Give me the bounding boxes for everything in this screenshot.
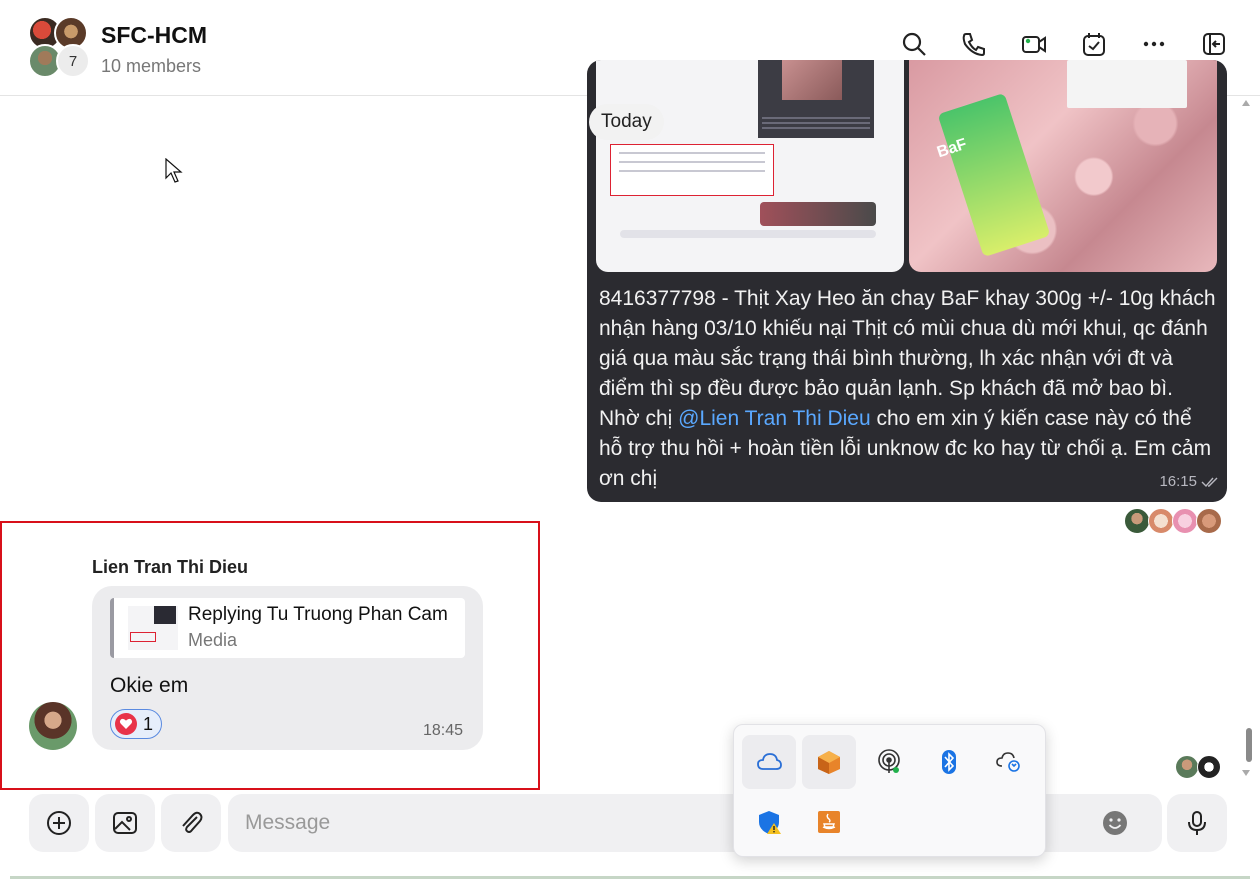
scroll-up-arrow[interactable] bbox=[1242, 100, 1250, 106]
group-name[interactable]: SFC-HCM bbox=[101, 22, 207, 49]
message-timestamp: 16:15 bbox=[1159, 473, 1197, 490]
avatar bbox=[1175, 755, 1199, 779]
reply-media-thumbnail bbox=[128, 606, 178, 650]
avatar bbox=[1172, 508, 1198, 534]
message-input-placeholder: Message bbox=[245, 811, 331, 834]
mouse-cursor-icon bbox=[165, 158, 183, 183]
read-receipt-icon bbox=[1201, 477, 1218, 488]
toggle-sidebar-icon[interactable] bbox=[1198, 28, 1230, 60]
heart-reaction-badge[interactable]: 1 bbox=[110, 709, 163, 739]
avatar bbox=[1124, 508, 1150, 534]
search-icon[interactable] bbox=[898, 28, 930, 60]
reaction-count: 1 bbox=[143, 713, 154, 734]
cloud-icon[interactable] bbox=[742, 735, 796, 789]
attached-screenshot-image[interactable] bbox=[596, 60, 904, 272]
voice-record-button[interactable] bbox=[1167, 794, 1227, 852]
group-member-count[interactable]: 10 members bbox=[101, 56, 201, 77]
avatar bbox=[1148, 508, 1174, 534]
scroll-down-arrow[interactable] bbox=[1242, 770, 1250, 776]
podcast-icon[interactable] bbox=[862, 735, 916, 789]
seen-by-avatars[interactable] bbox=[1124, 508, 1222, 534]
seen-by-avatars[interactable] bbox=[1175, 755, 1221, 779]
outgoing-message-bubble[interactable]: BaF 8416377798 - Thịt Xay Heo ăn chay Ba… bbox=[587, 60, 1227, 502]
avatar-overflow-count: 7 bbox=[56, 44, 90, 78]
cloud-sync-icon[interactable] bbox=[982, 735, 1036, 789]
scrollbar-thumb[interactable] bbox=[1246, 728, 1252, 762]
app-orange-icon[interactable] bbox=[802, 735, 856, 789]
message-timestamp: 18:45 bbox=[422, 722, 463, 739]
heart-icon bbox=[115, 713, 137, 735]
microphone-icon bbox=[1188, 811, 1206, 835]
date-separator: Today bbox=[589, 104, 664, 140]
sender-name[interactable]: Lien Tran Thi Dieu bbox=[92, 557, 248, 578]
paperclip-icon bbox=[182, 811, 203, 833]
attach-file-button[interactable] bbox=[161, 794, 221, 852]
chat-window: 7 SFC-HCM 10 members BaF 8416377798 - Th… bbox=[0, 0, 1260, 879]
plus-circle-icon bbox=[47, 811, 71, 835]
java-icon[interactable] bbox=[802, 795, 856, 849]
reply-quote[interactable]: Replying Tu Truong Phan Cam Media bbox=[110, 598, 465, 658]
attached-product-photo[interactable]: BaF bbox=[909, 60, 1217, 272]
avatar[interactable] bbox=[29, 702, 77, 750]
group-avatar-stack[interactable]: 7 bbox=[28, 16, 92, 78]
mention-link[interactable]: @Lien Tran Thi Dieu bbox=[678, 407, 871, 430]
video-call-icon[interactable] bbox=[1018, 28, 1050, 60]
more-options-icon[interactable] bbox=[1138, 28, 1170, 60]
emoji-icon[interactable] bbox=[1102, 810, 1128, 836]
task-calendar-icon[interactable] bbox=[1078, 28, 1110, 60]
reply-quote-subtitle: Media bbox=[188, 630, 238, 650]
message-text: 8416377798 - Thịt Xay Heo ăn chay BaF kh… bbox=[599, 287, 1216, 490]
reply-quote-title: Replying Tu Truong Phan Cam bbox=[188, 604, 448, 625]
add-button[interactable] bbox=[29, 794, 89, 852]
message-text: Okie em bbox=[110, 674, 189, 697]
bluetooth-icon[interactable] bbox=[922, 735, 976, 789]
phone-call-icon[interactable] bbox=[958, 28, 990, 60]
system-tray-overflow bbox=[733, 724, 1046, 857]
image-icon bbox=[113, 812, 137, 834]
avatar bbox=[1197, 755, 1221, 779]
avatar bbox=[1196, 508, 1222, 534]
attach-image-button[interactable] bbox=[95, 794, 155, 852]
incoming-message-bubble[interactable]: Replying Tu Truong Phan Cam Media Okie e… bbox=[92, 586, 483, 750]
security-shield-icon[interactable] bbox=[742, 795, 796, 849]
